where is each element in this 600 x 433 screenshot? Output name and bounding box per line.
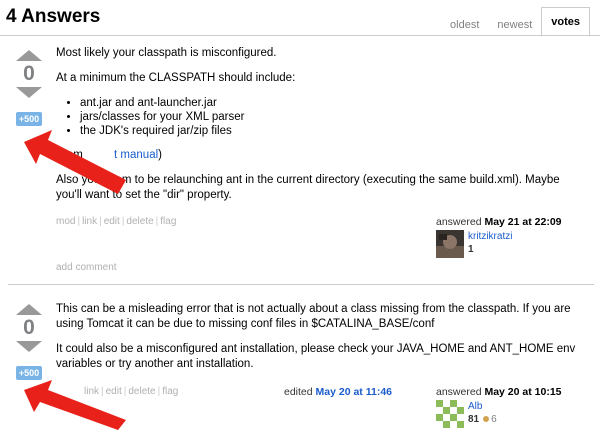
list-item: jars/classes for your XML parser: [80, 110, 586, 124]
mod-link[interactable]: mod: [56, 216, 75, 227]
user-name-link[interactable]: Alb: [468, 401, 482, 412]
user-reputation: 1: [468, 244, 474, 255]
identicon-avatar: [436, 400, 464, 428]
delete-link[interactable]: delete: [128, 386, 155, 397]
avatar[interactable]: [436, 400, 464, 428]
upvote-arrow-icon[interactable]: [16, 304, 42, 315]
annotation-arrow-icon: [24, 130, 126, 194]
source-line: (from t manual): [56, 148, 586, 163]
tab-votes[interactable]: votes: [541, 7, 590, 37]
edited-info: edited May 20 at 11:46: [284, 386, 392, 398]
bounty-award-button[interactable]: +500: [15, 366, 43, 380]
answer-divider: [8, 284, 594, 285]
answer-paragraph: This can be a misleading error that is n…: [56, 303, 571, 330]
source-suffix: ): [158, 149, 162, 161]
header-divider: [0, 35, 600, 36]
answer-paragraph: At a minimum the CLASSPATH should includ…: [56, 72, 296, 84]
answer-paragraph: Most likely your classpath is misconfigu…: [56, 47, 277, 59]
user-name-link[interactable]: kritzikratzi: [468, 231, 512, 242]
edited-date-link[interactable]: May 20 at 11:46: [316, 386, 392, 398]
edit-link[interactable]: edit: [104, 216, 120, 227]
answered-label: answered: [436, 386, 482, 398]
delete-link[interactable]: delete: [126, 216, 153, 227]
classpath-list: ant.jar and ant-launcher.jar jars/classe…: [56, 96, 586, 138]
user-reputation-line: 81 6: [468, 414, 497, 425]
bounty-award-button[interactable]: +500: [15, 112, 43, 126]
flag-link[interactable]: flag: [162, 386, 178, 397]
answers-header: 4 Answers oldest newest votes: [0, 0, 600, 37]
answer-paragraph: Also you seem to be relaunching ant in t…: [56, 174, 560, 201]
upvote-arrow-icon[interactable]: [16, 50, 42, 61]
answer-paragraph: It could also be a misconfigured ant ins…: [56, 343, 576, 370]
answered-info: answered May 20 at 10:15: [436, 386, 562, 398]
tab-newest[interactable]: newest: [488, 14, 541, 36]
user-reputation: 81: [468, 414, 480, 425]
downvote-arrow-icon[interactable]: [16, 341, 42, 352]
answer-body: Most likely your classpath is misconfigu…: [56, 46, 586, 213]
vote-count: 0: [23, 316, 35, 339]
vote-cell: 0 +500: [14, 50, 44, 127]
bronze-badge-count: 6: [491, 414, 497, 425]
annotation-arrow-icon: [24, 380, 126, 430]
list-item: ant.jar and ant-launcher.jar: [80, 96, 586, 110]
tab-oldest[interactable]: oldest: [441, 14, 488, 36]
answered-label: answered: [436, 216, 482, 228]
answered-info: answered May 21 at 22:09: [436, 216, 562, 228]
flag-link[interactable]: flag: [160, 216, 176, 227]
avatar-image: [436, 230, 464, 258]
vote-count: 0: [23, 62, 35, 85]
avatar[interactable]: [436, 230, 464, 258]
list-item: the JDK's required jar/zip files: [80, 124, 586, 138]
edited-label: edited: [284, 386, 313, 398]
answered-date: May 20 at 10:15: [484, 386, 562, 398]
vote-cell: 0 +500: [14, 304, 44, 381]
link-link[interactable]: link: [82, 216, 97, 227]
bronze-badge-icon: [483, 416, 490, 422]
answered-date: May 21 at 22:09: [484, 216, 562, 228]
answers-count-title: 4 Answers: [6, 6, 101, 27]
answer-body: This can be a misleading error that is n…: [56, 302, 586, 382]
post-menu: mod | link | edit | delete | flag: [56, 216, 177, 227]
downvote-arrow-icon[interactable]: [16, 87, 42, 98]
add-comment-link[interactable]: add comment: [56, 262, 117, 273]
sort-tabs: oldest newest votes: [441, 6, 590, 37]
